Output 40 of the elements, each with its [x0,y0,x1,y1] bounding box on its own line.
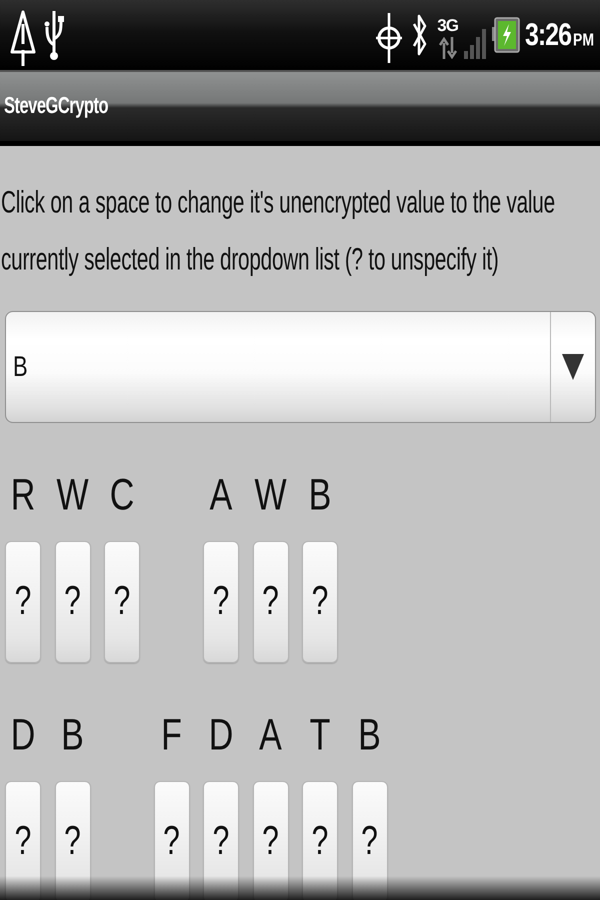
letter-tile[interactable]: ? [54,781,90,900]
network-type: 3G [437,16,458,34]
cipher-letter: R [10,472,36,518]
letter-tile[interactable]: ? [5,781,41,900]
cipher-letter: A [210,472,232,518]
letter-tile[interactable]: ? [302,541,338,663]
letter-tile[interactable]: ? [252,781,288,900]
clock-time: 3:26 [524,16,571,54]
cipher-letter: B [308,472,332,518]
letter-tile[interactable]: ? [252,541,288,663]
cipher-letter: B [61,712,84,758]
cipher-letter: T [310,712,330,758]
cipher-letter: W [254,472,287,518]
cipher-letter: D [208,712,234,758]
usb-icon [44,9,64,61]
letter-tile[interactable]: ? [203,781,239,900]
battery-icon [492,17,520,53]
caret-icon [562,354,584,380]
letter-tile[interactable]: ? [5,541,41,663]
instructions-text: Click on a space to change it's unencrypted value to the value currently selected in the dropdown list (? to unspecify it) [0,184,556,279]
letter-tile[interactable]: ? [302,781,338,900]
cipher-letter: W [56,472,89,518]
cipher-letter: B [358,712,381,758]
warning-icon [10,10,36,68]
cipher-letter: A [259,712,282,758]
letter-tile[interactable]: ? [154,781,190,900]
cipher-letter: F [161,712,182,758]
clock-meridiem: PM [573,29,594,49]
bluetooth-icon [411,12,428,58]
letter-tile[interactable]: ? [104,541,140,663]
letter-tile[interactable]: ? [352,781,388,900]
cipher-letter: C [110,472,134,518]
signal-icon [464,29,486,59]
letter-tile[interactable]: ? [54,541,90,663]
app-title: SteveGCrypto [4,93,108,120]
dropdown[interactable]: B [5,311,596,423]
data-arrows-icon [438,36,457,58]
gps-icon [375,11,404,65]
cipher-letter: D [10,712,36,758]
letter-tile[interactable]: ? [203,541,239,663]
